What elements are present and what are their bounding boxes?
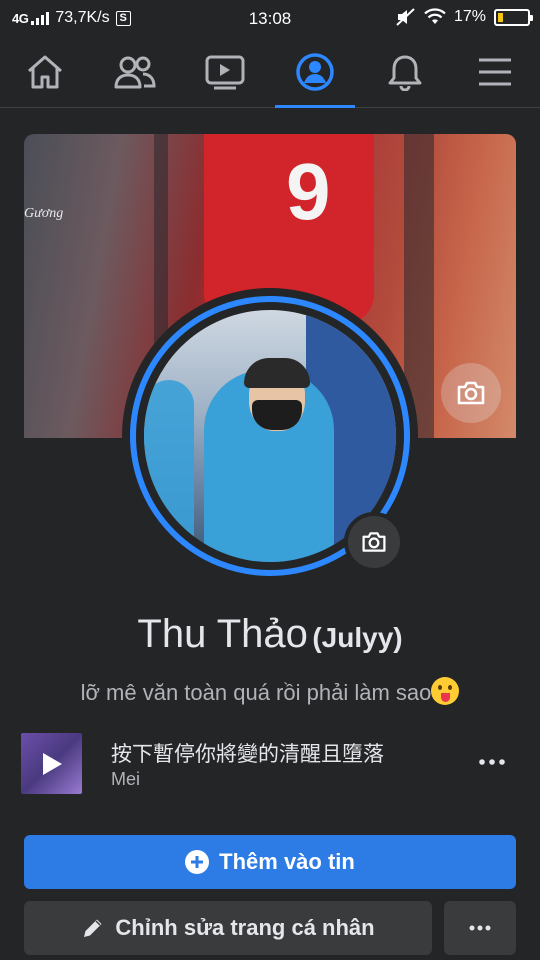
tab-friends[interactable] [95, 36, 175, 108]
pencil-icon [84, 919, 102, 937]
wifi-icon [424, 8, 446, 24]
more-dots-icon [469, 925, 491, 931]
add-story-button[interactable]: Thêm vào tin [24, 835, 516, 889]
tab-watch[interactable] [185, 36, 265, 108]
profile-name: Thu Thảo (Julyy) [0, 612, 540, 657]
edit-avatar-camera-button[interactable] [344, 512, 404, 572]
cover-text: Gương [24, 206, 64, 221]
profile-bio: lỡ mê văn toàn quá rồi phải làm sao [0, 677, 540, 706]
tab-menu[interactable] [455, 36, 535, 108]
jersey-number: 9 [286, 147, 331, 236]
music-artist: Mei [111, 769, 141, 789]
video-icon [205, 55, 245, 90]
plus-circle-icon [185, 850, 210, 874]
friends-icon [114, 56, 156, 89]
status-right: 17% [396, 8, 533, 26]
tab-home[interactable] [5, 36, 85, 108]
camera-icon [457, 381, 485, 405]
bell-icon [388, 55, 422, 91]
music-thumbnail[interactable] [21, 733, 82, 794]
tab-profile[interactable] [275, 36, 355, 108]
music-title: 按下暫停你將變的清醒且墮落 [111, 743, 384, 766]
home-icon [28, 55, 62, 89]
more-dots-icon [479, 759, 505, 765]
hamburger-menu-icon [479, 58, 511, 86]
more-options-button[interactable] [444, 901, 516, 955]
profile-icon [296, 53, 334, 91]
add-story-label: Thêm vào tin [219, 849, 355, 874]
edit-cover-camera-button[interactable] [441, 363, 501, 423]
play-icon [42, 752, 62, 775]
tongue-emoji-icon [431, 677, 460, 705]
profile-music[interactable]: 按下暫停你將變的清醒且墮落 Mei [20, 732, 520, 794]
profile-alt-name: (Julyy) [312, 622, 403, 653]
battery-level [498, 12, 503, 22]
top-nav [0, 36, 540, 108]
bio-text: lỡ mê văn toàn quá rồi phải làm sao [80, 680, 432, 705]
mute-icon [396, 8, 415, 26]
edit-profile-label: Chỉnh sửa trang cá nhân [115, 915, 375, 940]
profile-name-main: Thu Thảo [137, 612, 308, 656]
tab-notifications[interactable] [365, 36, 445, 108]
music-more-button[interactable] [478, 750, 506, 774]
battery-icon [494, 8, 533, 26]
edit-profile-button[interactable]: Chỉnh sửa trang cá nhân [24, 901, 432, 955]
camera-icon [362, 532, 386, 552]
status-bar: 4G 73,7K/s S 13:08 17% [0, 0, 540, 36]
battery-percent: 17% [453, 8, 486, 25]
